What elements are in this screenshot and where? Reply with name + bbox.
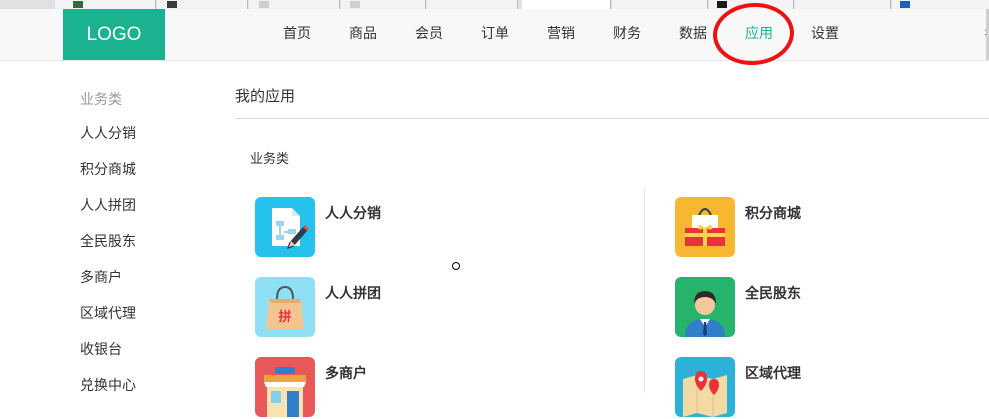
svg-text:拼: 拼: [278, 309, 291, 325]
map-pin-icon: [675, 357, 735, 417]
browser-tab[interactable]: [157, 0, 248, 9]
app-card-shareholder[interactable]: 全民股东: [675, 277, 989, 339]
tab-favicon-icon: [350, 1, 360, 8]
tab-favicon-icon: [73, 1, 83, 8]
tab-favicon-icon: [167, 1, 177, 8]
browser-tab[interactable]: [709, 0, 794, 9]
title-divider: [235, 118, 989, 119]
browser-tab[interactable]: [55, 0, 156, 9]
sidebar-item-points-mall[interactable]: 积分商城: [80, 152, 210, 188]
browser-tab[interactable]: [341, 0, 426, 9]
nav-item-orders[interactable]: 订单: [481, 9, 509, 60]
sidebar-item-group-buy[interactable]: 人人拼团: [80, 188, 210, 224]
sidebar-heading: 业务类: [80, 92, 122, 108]
nav-item-marketing[interactable]: 营销: [547, 9, 575, 60]
app-card-regional-agent[interactable]: 区域代理: [675, 357, 989, 419]
tab-favicon-icon: [717, 1, 727, 8]
browser-tab-active[interactable]: [522, 0, 611, 9]
browser-tab[interactable]: [427, 0, 518, 9]
app-card-multi-merchant[interactable]: 多商户: [255, 357, 575, 419]
sidebar-item-regional-agent[interactable]: 区域代理: [80, 296, 210, 332]
sidebar-item-distribution[interactable]: 人人分销: [80, 116, 210, 152]
nav-item-data[interactable]: 数据: [679, 9, 707, 60]
app-name: 多商户: [325, 366, 367, 382]
sidebar: 业务类 人人分销 积分商城 人人拼团 全民股东 多商户 区域代理 收银台 兑换中…: [80, 89, 210, 404]
app-card-group-buy[interactable]: 拼 人人拼团: [255, 277, 575, 339]
sidebar-item-exchange-center[interactable]: 兑换中心: [80, 368, 210, 404]
app-name: 人人分销: [325, 206, 381, 222]
browser-tab[interactable]: [795, 0, 891, 9]
top-navigation: LOGO 首页 商品 会员 订单 营销 财务 数据 应用 设置 彳: [0, 9, 989, 61]
app-card-points-mall[interactable]: 积分商城: [675, 197, 989, 259]
nav-item-settings[interactable]: 设置: [811, 9, 839, 60]
app-name: 区域代理: [745, 366, 801, 382]
sidebar-item-cashier[interactable]: 收银台: [80, 332, 210, 368]
distribution-doc-icon: [255, 197, 315, 257]
browser-tab-strip: [0, 0, 989, 9]
shopping-bag-icon: 拼: [255, 277, 315, 337]
logo[interactable]: LOGO: [63, 9, 165, 60]
sidebar-item-multi-merchant[interactable]: 多商户: [80, 260, 210, 296]
tab-favicon-icon: [259, 1, 269, 8]
nav-item-products[interactable]: 商品: [349, 9, 377, 60]
section-title: 业务类: [250, 152, 290, 167]
app-card-distribution[interactable]: 人人分销: [255, 197, 575, 259]
browser-tab[interactable]: [612, 0, 708, 9]
sidebar-list: 人人分销 积分商城 人人拼团 全民股东 多商户 区域代理 收银台 兑换中心: [80, 116, 210, 404]
nav-item-finance[interactable]: 财务: [613, 9, 641, 60]
nav-item-home[interactable]: 首页: [283, 9, 311, 60]
tab-favicon-icon: [900, 1, 910, 8]
nav-item-members[interactable]: 会员: [415, 9, 443, 60]
column-divider: [644, 187, 645, 393]
store-icon: [255, 357, 315, 417]
browser-tab[interactable]: [892, 0, 989, 9]
nav-item-apps[interactable]: 应用: [745, 9, 773, 60]
app-name: 人人拼团: [325, 286, 381, 302]
shareholder-person-icon: [675, 277, 735, 337]
app-name: 全民股东: [745, 286, 801, 302]
app-name: 积分商城: [745, 206, 801, 222]
sidebar-item-shareholder[interactable]: 全民股东: [80, 224, 210, 260]
page-title: 我的应用: [235, 87, 296, 105]
gift-bag-icon: [675, 197, 735, 257]
browser-tab[interactable]: [249, 0, 340, 9]
mouse-cursor-icon: [452, 262, 460, 270]
